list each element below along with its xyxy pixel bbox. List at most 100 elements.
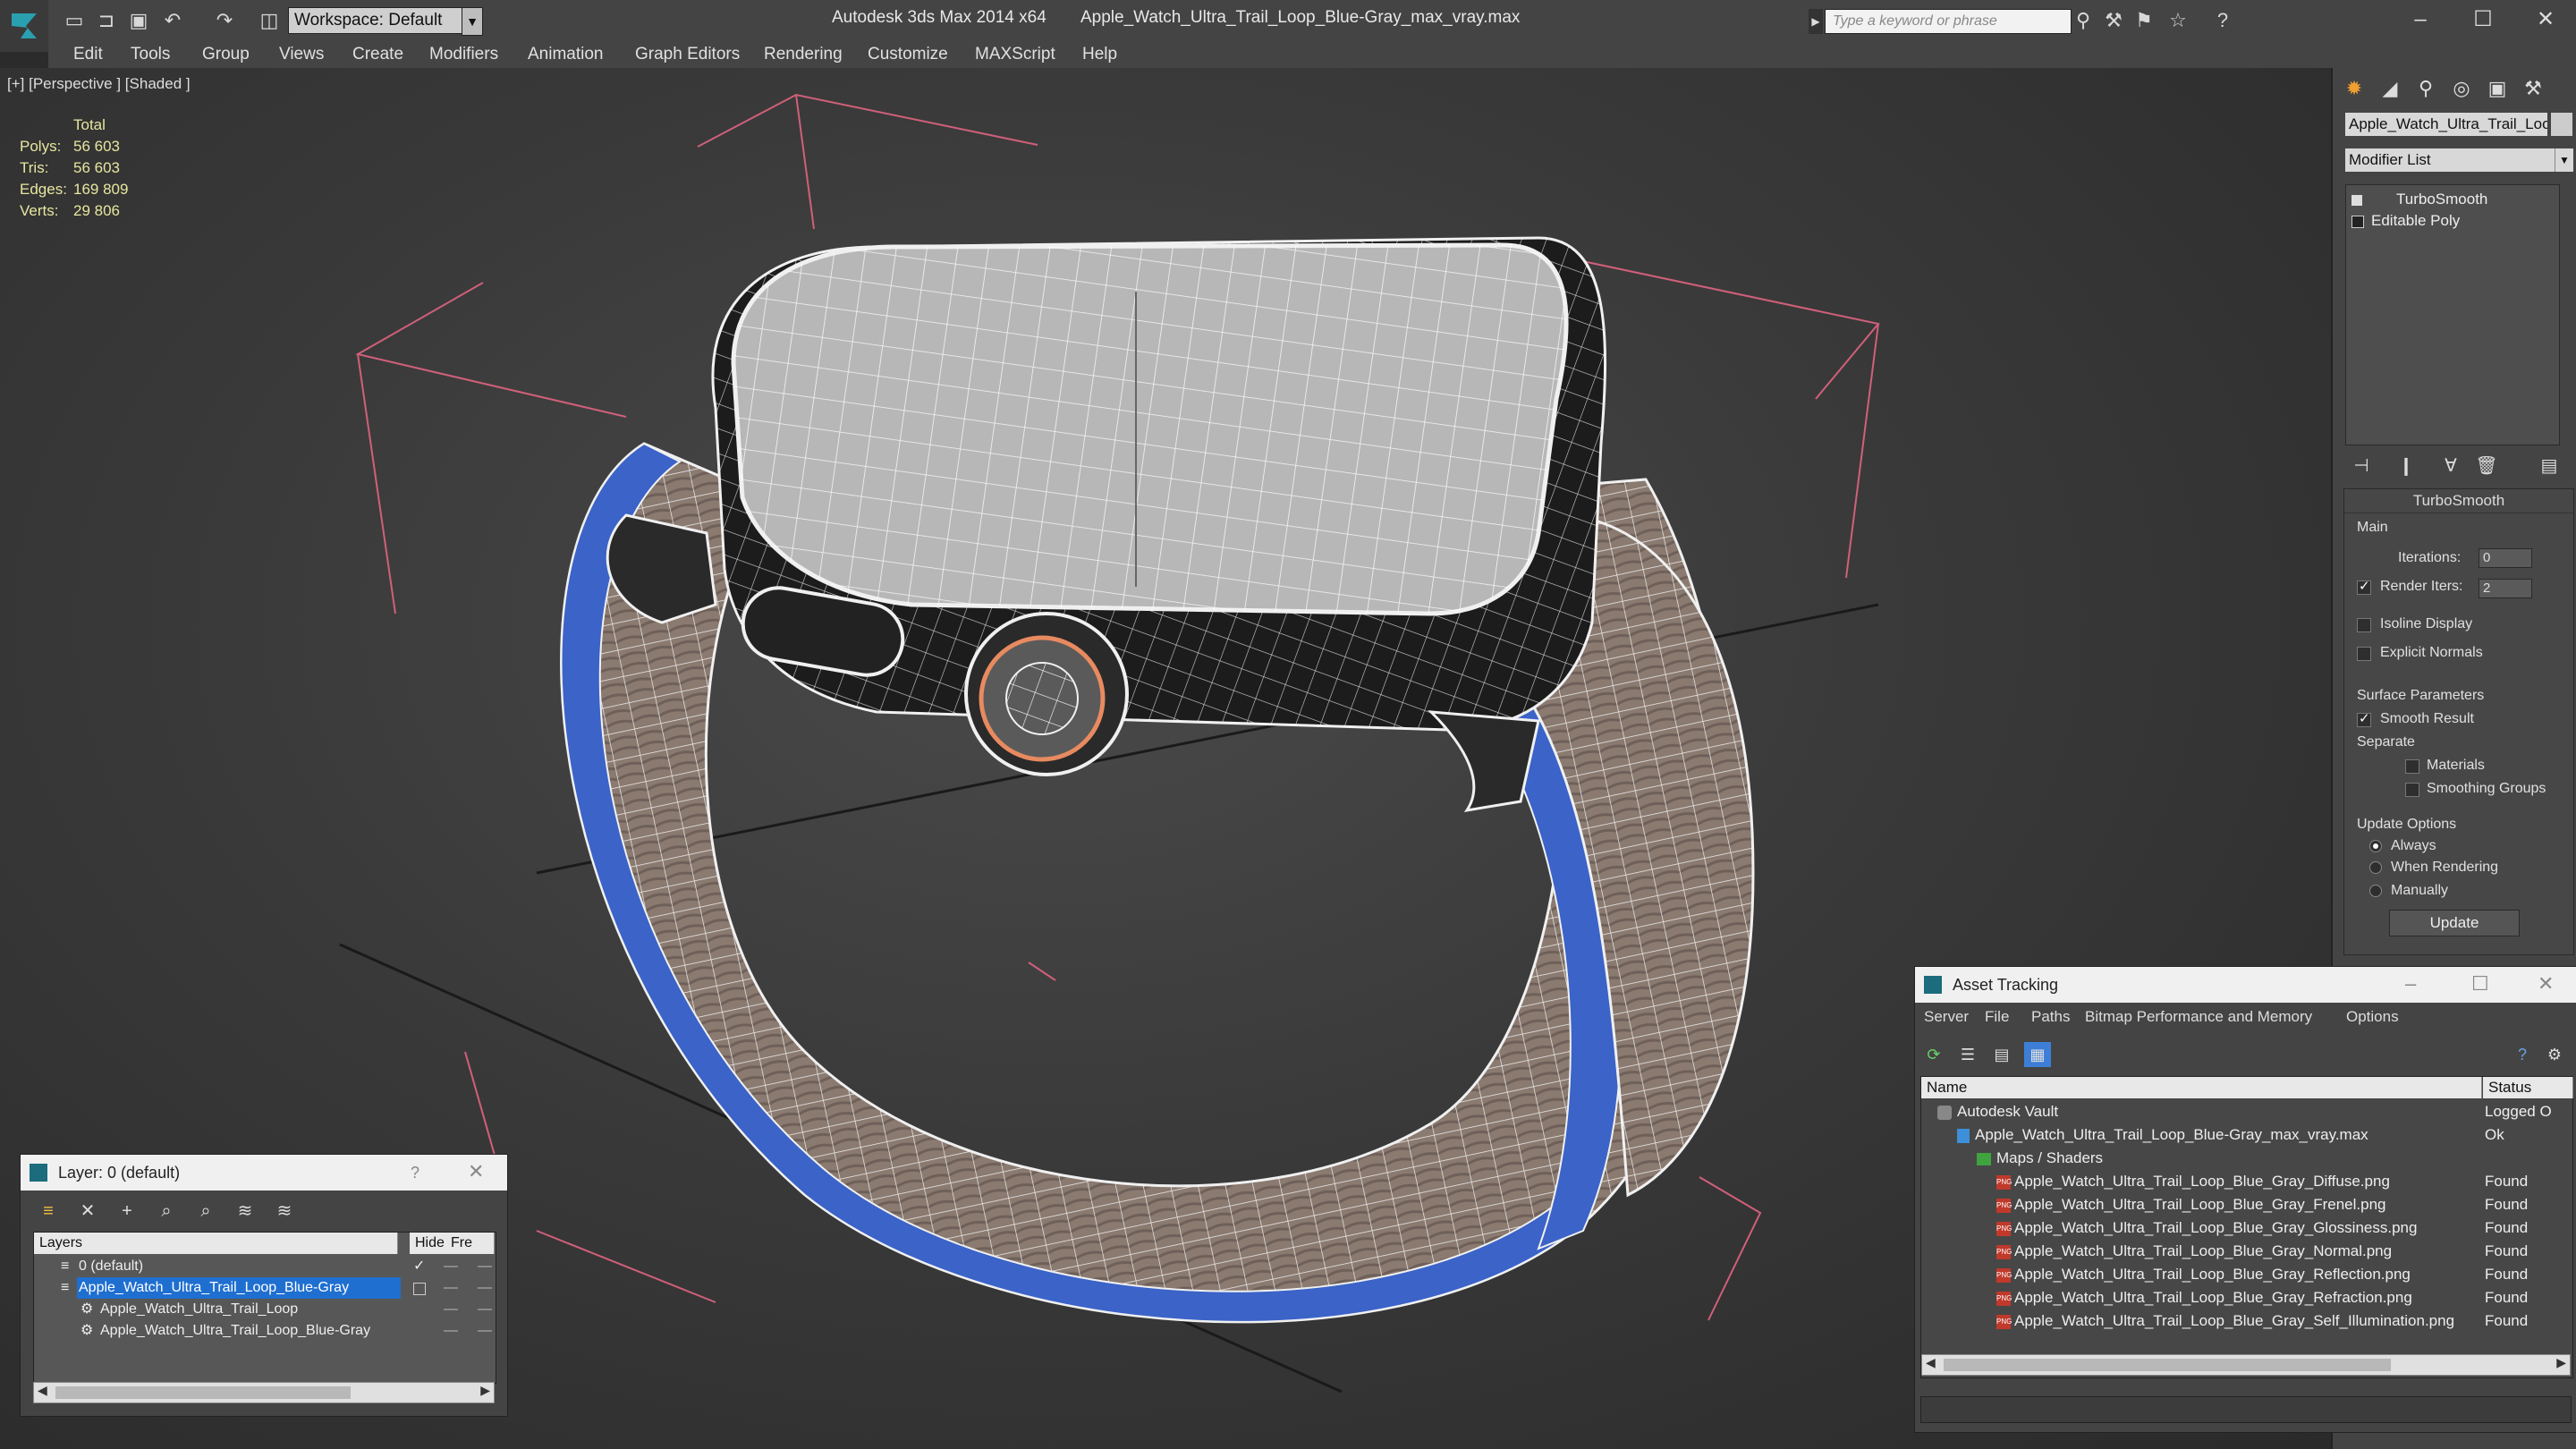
minimize-icon[interactable]: – <box>2394 4 2447 36</box>
name-column-header[interactable]: Name <box>1921 1077 2482 1098</box>
menu-animation[interactable]: Animation <box>528 45 604 64</box>
motion-tab-icon[interactable]: ◎ <box>2445 73 2478 104</box>
workspace-dropdown[interactable]: Workspace: Default <box>288 7 470 34</box>
asset-row[interactable]: PNG Apple_Watch_Ultra_Trail_Loop_Blue_Gra… <box>1921 1170 2572 1193</box>
horizontal-scrollbar[interactable]: ◀ ▶ <box>1921 1354 2571 1376</box>
create-tab-icon[interactable]: ✹ <box>2338 73 2370 104</box>
new-layer-icon[interactable]: ≡ <box>35 1198 62 1224</box>
menu-modifiers[interactable]: Modifiers <box>429 45 498 64</box>
always-radio[interactable] <box>2369 840 2382 852</box>
hierarchy-tab-icon[interactable]: ⚲ <box>2410 73 2442 104</box>
render-iters-checkbox[interactable] <box>2357 578 2371 595</box>
modifier-list-dropdown[interactable]: Modifier List <box>2345 148 2558 172</box>
freeze-toggle[interactable] <box>478 1330 492 1332</box>
active-layer-box-icon[interactable] <box>413 1283 426 1295</box>
menu-customize[interactable]: Customize <box>868 45 948 64</box>
asset-menu-paths[interactable]: Paths <box>2031 1008 2070 1026</box>
asset-menu-options[interactable]: Options <box>2346 1008 2399 1026</box>
app-logo-icon[interactable] <box>0 0 48 52</box>
menu-help[interactable]: Help <box>1082 45 1117 64</box>
refresh-icon[interactable]: ⟳ <box>1920 1042 1947 1067</box>
materials-checkbox[interactable] <box>2405 759 2419 774</box>
asset-row[interactable]: Apple_Watch_Ultra_Trail_Loop_Blue-Gray_m… <box>1921 1123 2572 1147</box>
asset-window-titlebar[interactable]: Asset Tracking – ☐ ✕ <box>1915 967 2576 1003</box>
hide-all-layers-icon[interactable]: ≋ <box>232 1198 258 1224</box>
status-column-header[interactable]: Status <box>2483 1077 2573 1098</box>
scrollbar-thumb[interactable] <box>55 1386 351 1399</box>
layers-column-header[interactable]: Layers <box>34 1233 398 1254</box>
communication-icon[interactable]: ⚑ <box>2131 7 2157 34</box>
hide-column-header[interactable]: Hide <box>410 1233 446 1254</box>
grid-view-icon[interactable]: ▦ <box>2024 1042 2051 1067</box>
menu-views[interactable]: Views <box>279 45 324 64</box>
layer-row[interactable]: ⚙ Apple_Watch_Ultra_Trail_Loop <box>34 1299 496 1320</box>
utilities-tab-icon[interactable]: ⚒ <box>2517 73 2549 104</box>
scroll-right-icon[interactable]: ▶ <box>480 1383 490 1398</box>
lightbulb-icon[interactable] <box>2351 194 2362 206</box>
save-file-icon[interactable]: ▣ <box>125 7 152 34</box>
layer-row[interactable]: ⚙ Apple_Watch_Ultra_Trail_Loop_Blue-Gray <box>34 1320 496 1342</box>
asset-row[interactable]: PNG Apple_Watch_Ultra_Trail_Loop_Blue_Gra… <box>1921 1240 2572 1263</box>
help-icon[interactable]: ? <box>2209 7 2236 34</box>
table-view-icon[interactable]: ▤ <box>1988 1042 2015 1067</box>
hide-toggle[interactable] <box>444 1287 458 1289</box>
list-view-icon[interactable]: ☰ <box>1954 1042 1981 1067</box>
scroll-left-icon[interactable]: ◀ <box>38 1383 47 1398</box>
project-folder-icon[interactable]: ◫ <box>256 7 283 34</box>
display-tab-icon[interactable]: ▣ <box>2481 73 2513 104</box>
asset-menu-file[interactable]: File <box>1985 1008 2009 1026</box>
hide-toggle[interactable] <box>444 1309 458 1310</box>
asset-path-field[interactable] <box>1920 1396 2572 1423</box>
asset-row[interactable]: PNG Apple_Watch_Ultra_Trail_Loop_Blue_Gra… <box>1921 1263 2572 1286</box>
object-name-field[interactable]: Apple_Watch_Ultra_Trail_Loop <box>2345 113 2547 136</box>
stack-item-editable-poly[interactable]: Editable Poly <box>2351 212 2460 230</box>
smoothing-groups-checkbox[interactable] <box>2405 783 2419 797</box>
render-iters-spinner[interactable]: 2 <box>2479 579 2532 598</box>
help-icon[interactable]: ? <box>411 1164 419 1182</box>
rollout-title[interactable]: TurboSmooth <box>2344 489 2573 513</box>
expand-box-icon[interactable] <box>2351 215 2364 228</box>
search-input[interactable]: Type a keyword or phrase <box>1825 9 2072 34</box>
asset-row[interactable]: PNG Apple_Watch_Ultra_Trail_Loop_Blue_Gra… <box>1921 1193 2572 1216</box>
hide-toggle[interactable] <box>444 1266 458 1267</box>
iterations-spinner[interactable]: 0 <box>2479 548 2532 568</box>
chevron-down-icon[interactable]: ▼ <box>462 7 483 36</box>
pin-stack-icon[interactable]: ⊣ <box>2345 453 2377 479</box>
show-end-result-icon[interactable]: ❙ <box>2390 453 2422 479</box>
hide-toggle[interactable] <box>444 1330 458 1332</box>
undo-icon[interactable]: ↶ <box>159 7 186 34</box>
maximize-icon[interactable]: ☐ <box>2456 4 2510 36</box>
redo-icon[interactable]: ↷ <box>211 7 238 34</box>
minimize-icon[interactable]: – <box>2405 972 2416 996</box>
help-icon[interactable]: ? <box>2509 1042 2536 1067</box>
asset-menu-bitmap-performance[interactable]: Bitmap Performance and Memory <box>2085 1008 2312 1026</box>
asset-row[interactable]: PNG Apple_Watch_Ultra_Trail_Loop_Blue_Gra… <box>1921 1309 2572 1333</box>
favorites-star-icon[interactable]: ☆ <box>2165 7 2191 34</box>
delete-layer-icon[interactable]: ✕ <box>74 1198 101 1224</box>
close-icon[interactable]: ✕ <box>468 1160 484 1183</box>
menu-group[interactable]: Group <box>202 45 250 64</box>
when-rendering-radio[interactable] <box>2369 861 2382 874</box>
asset-row[interactable]: Autodesk Vault Logged O <box>1921 1100 2572 1123</box>
viewport-label[interactable]: [+] [Perspective ] [Shaded ] <box>7 75 191 93</box>
menu-edit[interactable]: Edit <box>73 45 103 64</box>
manually-radio[interactable] <box>2369 885 2382 897</box>
asset-row[interactable]: PNG Apple_Watch_Ultra_Trail_Loop_Blue_Gra… <box>1921 1216 2572 1240</box>
maximize-icon[interactable]: ☐ <box>2471 972 2489 996</box>
freeze-column-header[interactable]: Fre <box>445 1233 495 1254</box>
new-file-icon[interactable]: ▭ <box>61 7 88 34</box>
explicit-normals-checkbox[interactable] <box>2357 647 2371 661</box>
highlight-layer-icon[interactable]: ⌕ <box>192 1198 219 1224</box>
binoculars-icon[interactable]: ⚲ <box>2070 7 2097 34</box>
subscription-icon[interactable]: ⚒ <box>2100 7 2127 34</box>
smooth-result-checkbox[interactable] <box>2357 710 2371 727</box>
freeze-toggle[interactable] <box>478 1266 492 1267</box>
freeze-toggle[interactable] <box>478 1309 492 1310</box>
active-layer-check-icon[interactable]: ✓ <box>413 1256 425 1277</box>
make-unique-icon[interactable]: ∀ <box>2435 453 2467 479</box>
scroll-left-icon[interactable]: ◀ <box>1926 1355 1936 1370</box>
asset-row[interactable]: Maps / Shaders <box>1921 1147 2572 1170</box>
stack-item-turbosmooth[interactable]: TurboSmooth <box>2351 191 2487 208</box>
isoline-display-checkbox[interactable] <box>2357 618 2371 632</box>
open-file-icon[interactable]: ⊐ <box>93 7 120 34</box>
